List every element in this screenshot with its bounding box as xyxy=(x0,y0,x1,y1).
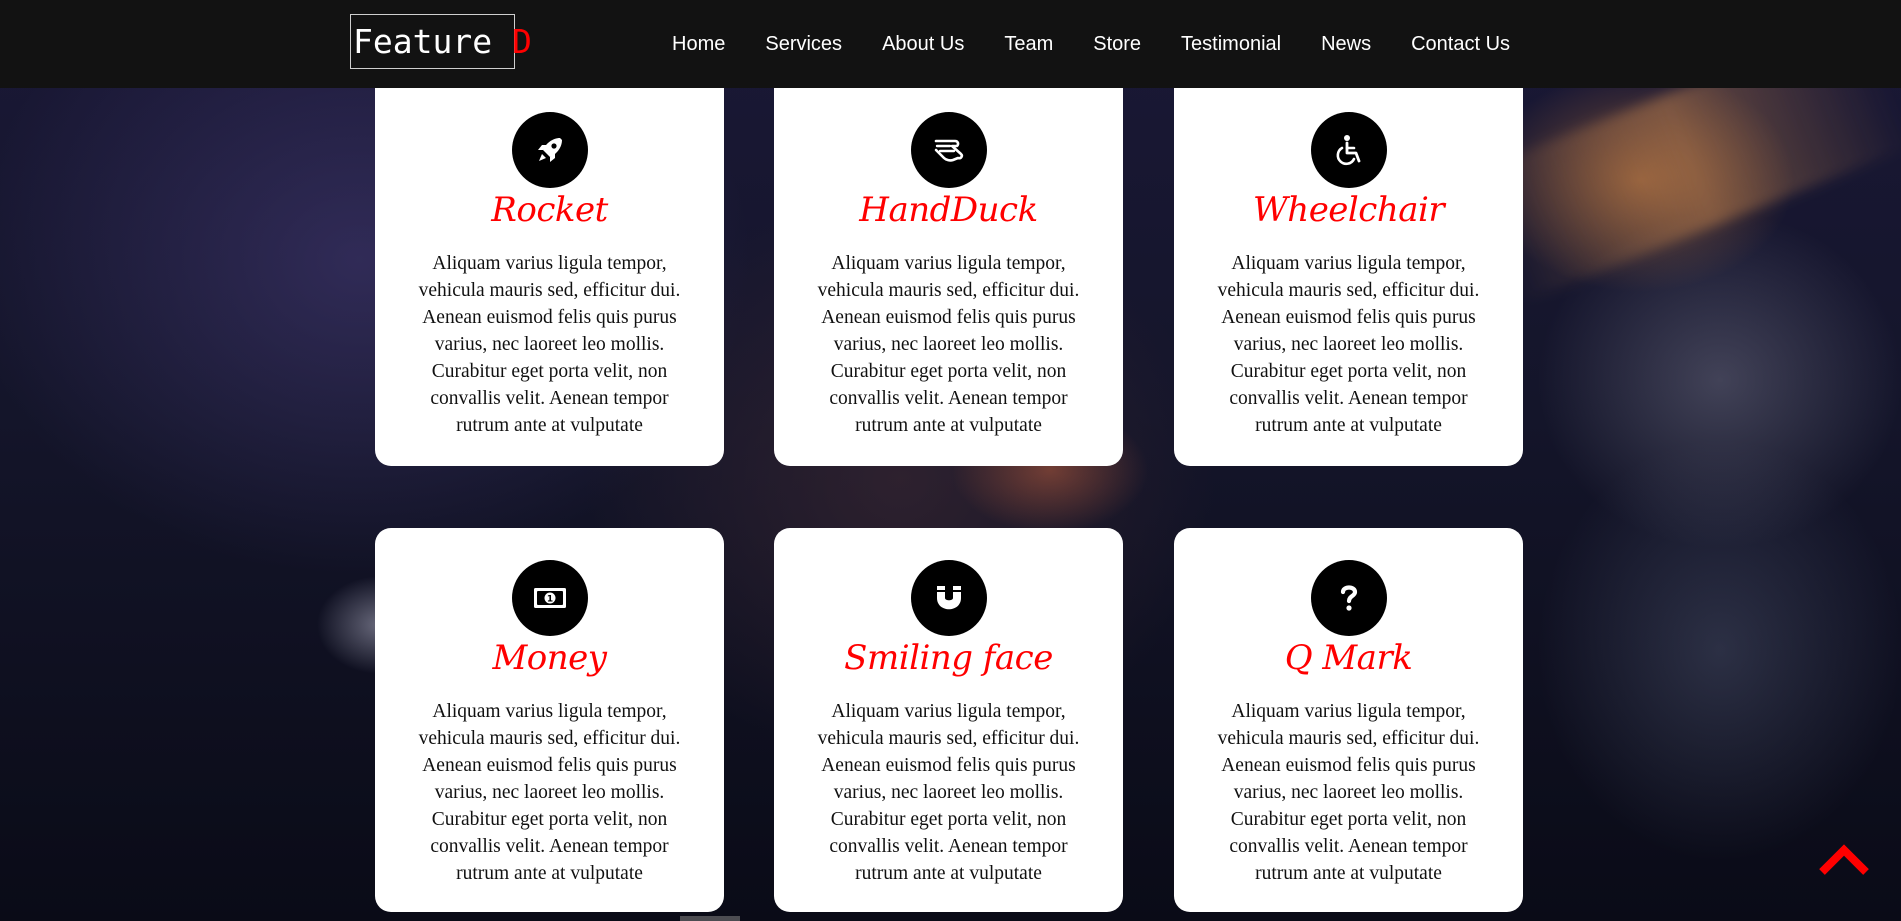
money-icon: 1 xyxy=(512,560,588,636)
feature-description: Aliquam varius ligula tempor, vehicula m… xyxy=(418,701,681,884)
back-to-top-button[interactable] xyxy=(1818,842,1870,878)
hand-icon xyxy=(911,112,987,188)
feature-card-money: 1 Money Aliquam varius ligula tempor, ve… xyxy=(375,528,724,912)
magnet-icon xyxy=(911,560,987,636)
brand-logo[interactable]: Feature D xyxy=(350,14,532,69)
feature-title: HandDuck xyxy=(859,190,1038,230)
feature-title: Money xyxy=(492,638,607,678)
nav-team[interactable]: Team xyxy=(1004,33,1053,56)
top-navbar: Feature D Home Services About Us Team St… xyxy=(0,0,1901,88)
feature-card-wheelchair: Wheelchair Aliquam varius ligula tempor,… xyxy=(1174,80,1523,466)
svg-text:1: 1 xyxy=(547,595,553,605)
feature-description: Aliquam varius ligula tempor, vehicula m… xyxy=(1217,253,1480,436)
feature-description: Aliquam varius ligula tempor, vehicula m… xyxy=(817,701,1080,884)
question-mark-icon xyxy=(1311,560,1387,636)
feature-card-rocket: Rocket Aliquam varius ligula tempor, veh… xyxy=(375,80,724,466)
main-nav: Home Services About Us Team Store Testim… xyxy=(672,0,1510,88)
rocket-icon xyxy=(512,112,588,188)
feature-description: Aliquam varius ligula tempor, vehicula m… xyxy=(817,253,1080,436)
scroll-indicator xyxy=(680,916,740,921)
feature-title: Rocket xyxy=(491,190,608,230)
chevron-up-icon xyxy=(1819,844,1869,875)
nav-home[interactable]: Home xyxy=(672,33,725,56)
nav-store[interactable]: Store xyxy=(1093,33,1141,56)
nav-testimonial[interactable]: Testimonial xyxy=(1181,33,1281,56)
brand-name: Feature xyxy=(353,22,493,61)
nav-services[interactable]: Services xyxy=(765,33,842,56)
brand-accent-letter: D xyxy=(511,22,532,61)
feature-description: Aliquam varius ligula tempor, vehicula m… xyxy=(418,253,681,436)
nav-about-us[interactable]: About Us xyxy=(882,33,964,56)
feature-title: Wheelchair xyxy=(1252,190,1445,230)
nav-news[interactable]: News xyxy=(1321,33,1371,56)
feature-description: Aliquam varius ligula tempor, vehicula m… xyxy=(1217,701,1480,884)
feature-title: Smiling face xyxy=(844,638,1053,678)
wheelchair-icon xyxy=(1311,112,1387,188)
feature-card-smiling-face: Smiling face Aliquam varius ligula tempo… xyxy=(774,528,1123,912)
nav-contact-us[interactable]: Contact Us xyxy=(1411,33,1510,56)
feature-title: Q Mark xyxy=(1284,638,1413,678)
feature-card-handduck: HandDuck Aliquam varius ligula tempor, v… xyxy=(774,80,1123,466)
feature-card-q-mark: Q Mark Aliquam varius ligula tempor, veh… xyxy=(1174,528,1523,912)
